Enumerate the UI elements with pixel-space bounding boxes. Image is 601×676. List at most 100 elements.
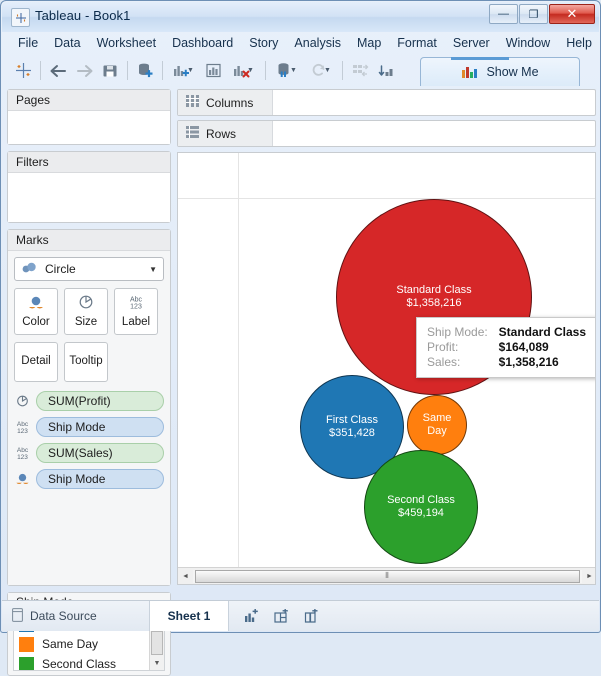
data-source-label: Data Source	[30, 609, 97, 623]
sheet-tab-label: Sheet 1	[168, 609, 211, 623]
chevron-down-icon[interactable]: ▼	[290, 67, 297, 74]
maximize-button[interactable]: ❐	[519, 4, 548, 24]
new-worksheet-icon[interactable]: ▼	[167, 59, 201, 83]
bubble-value: $351,428	[329, 427, 375, 440]
bubble-label: Same	[423, 412, 452, 425]
menu-bar: File Data Worksheet Dashboard Story Anal…	[2, 32, 599, 54]
menu-server[interactable]: Server	[445, 34, 498, 52]
toolbar-separator	[342, 61, 343, 80]
grid-line-horizontal	[178, 198, 595, 199]
sheet-tab-sheet1[interactable]: Sheet 1	[150, 601, 229, 631]
pages-card: Pages	[7, 89, 171, 145]
show-me-icon	[461, 65, 478, 79]
marks-pills: SUM(Profit) Abc123 Ship Mode Abc123	[14, 391, 164, 489]
rows-dropzone[interactable]	[273, 121, 595, 146]
new-data-source-icon[interactable]	[132, 59, 158, 83]
menu-data[interactable]: Data	[46, 34, 88, 52]
chevron-down-icon[interactable]: ▼	[247, 67, 254, 74]
pill-sum-profit[interactable]: SUM(Profit)	[36, 391, 164, 411]
mark-type-selector[interactable]: Circle ▼	[14, 257, 164, 281]
grid-line-vertical	[238, 153, 239, 584]
chevron-down-icon[interactable]: ▼	[187, 67, 194, 74]
circle-icon	[21, 262, 38, 277]
tooltip-button[interactable]: Tooltip	[64, 342, 108, 382]
sort-ascending-icon[interactable]	[373, 59, 399, 83]
menu-dashboard[interactable]: Dashboard	[164, 34, 241, 52]
filters-dropzone[interactable]	[8, 173, 170, 222]
save-icon[interactable]	[97, 59, 123, 83]
window-controls: — ❐ ✕	[489, 4, 595, 24]
visualization-canvas[interactable]: Standard Class $1,358,216 First Class $3…	[177, 152, 596, 585]
scrollbar-track[interactable]: ⦀	[193, 570, 582, 583]
forward-arrow-icon[interactable]	[71, 59, 97, 83]
pill-ship-mode-label[interactable]: Ship Mode	[36, 417, 164, 437]
new-worksheet-icon[interactable]	[241, 606, 261, 626]
menu-analysis[interactable]: Analysis	[286, 34, 349, 52]
show-me-button[interactable]: Show Me	[420, 57, 580, 86]
menu-help[interactable]: Help	[558, 34, 600, 52]
label-button[interactable]: Abc123 Label	[114, 288, 158, 335]
size-button[interactable]: Size	[64, 288, 108, 335]
bubble-second-class[interactable]: Second Class $459,194	[364, 450, 478, 564]
marks-body: Circle ▼ Color	[8, 251, 170, 585]
pages-title: Pages	[8, 90, 170, 111]
legend-swatch	[19, 657, 34, 672]
size-icon	[77, 294, 95, 314]
scroll-left-arrow-icon[interactable]: ◄	[178, 569, 193, 584]
label-button-label: Label	[122, 317, 150, 329]
minimize-button[interactable]: —	[489, 4, 518, 24]
rows-label: Rows	[206, 127, 236, 141]
legend-item-second-class[interactable]: Second Class	[14, 654, 164, 671]
marks-pill-row: Abc123 SUM(Sales)	[14, 443, 164, 463]
legend-scroll-thumb[interactable]	[151, 631, 163, 655]
label-abc-icon: Abc123	[125, 294, 147, 314]
color-button[interactable]: Color	[14, 288, 58, 335]
bubble-label-line2: Day	[427, 425, 447, 438]
tooltip-value-profit: $164,089	[499, 340, 587, 354]
bubble-label: Second Class	[387, 494, 455, 507]
columns-dropzone[interactable]	[273, 90, 595, 115]
marks-pill-row: Abc123 Ship Mode	[14, 417, 164, 437]
detail-button[interactable]: Detail	[14, 342, 58, 382]
data-source-tab[interactable]: Data Source	[2, 601, 150, 631]
pill-ship-mode-color[interactable]: Ship Mode	[36, 469, 164, 489]
menu-story[interactable]: Story	[241, 34, 286, 52]
chevron-down-icon[interactable]: ▼	[149, 265, 157, 274]
pill-sum-sales[interactable]: SUM(Sales)	[36, 443, 164, 463]
columns-shelf[interactable]: Columns	[177, 89, 596, 116]
new-dashboard-icon[interactable]	[271, 606, 291, 626]
legend-item-same-day[interactable]: Same Day	[14, 634, 164, 654]
tableau-sparkle-icon[interactable]	[10, 59, 36, 83]
mark-type-value: Circle	[45, 262, 149, 276]
new-story-icon[interactable]	[301, 606, 321, 626]
scroll-right-arrow-icon[interactable]: ►	[582, 569, 596, 584]
rows-shelf[interactable]: Rows	[177, 120, 596, 147]
legend-swatch	[19, 637, 34, 652]
close-button[interactable]: ✕	[549, 4, 595, 24]
marks-pill-row: Ship Mode	[14, 469, 164, 489]
chevron-down-icon[interactable]: ▼	[324, 67, 331, 74]
horizontal-scrollbar[interactable]: ◄ ⦀ ►	[178, 567, 596, 584]
refresh-icon[interactable]: ▼	[304, 59, 338, 83]
scroll-down-arrow-icon[interactable]: ▼	[150, 656, 164, 670]
menu-format[interactable]: Format	[389, 34, 445, 52]
toolbar-separator	[265, 61, 266, 80]
bubble-same-day[interactable]: Same Day	[407, 395, 467, 455]
pages-dropzone[interactable]	[8, 111, 170, 144]
menu-file[interactable]: File	[10, 34, 46, 52]
marks-card: Marks Circle ▼	[7, 229, 171, 586]
swap-rows-columns-icon[interactable]	[347, 59, 373, 83]
clear-sheet-icon[interactable]: ▼	[227, 59, 261, 83]
columns-shelf-label-area: Columns	[178, 90, 273, 115]
svg-text:123: 123	[17, 454, 28, 461]
back-arrow-icon[interactable]	[45, 59, 71, 83]
duplicate-sheet-icon[interactable]	[201, 59, 227, 83]
pause-auto-update-icon[interactable]: ▼	[270, 59, 304, 83]
menu-map[interactable]: Map	[349, 34, 389, 52]
menu-window[interactable]: Window	[498, 34, 558, 52]
menu-worksheet[interactable]: Worksheet	[89, 34, 165, 52]
bubble-label: First Class	[326, 414, 378, 427]
svg-text:Abc: Abc	[17, 447, 29, 454]
mark-tooltip: Ship Mode: Standard Class Profit: $164,0…	[416, 317, 596, 378]
scrollbar-thumb[interactable]: ⦀	[195, 570, 580, 583]
